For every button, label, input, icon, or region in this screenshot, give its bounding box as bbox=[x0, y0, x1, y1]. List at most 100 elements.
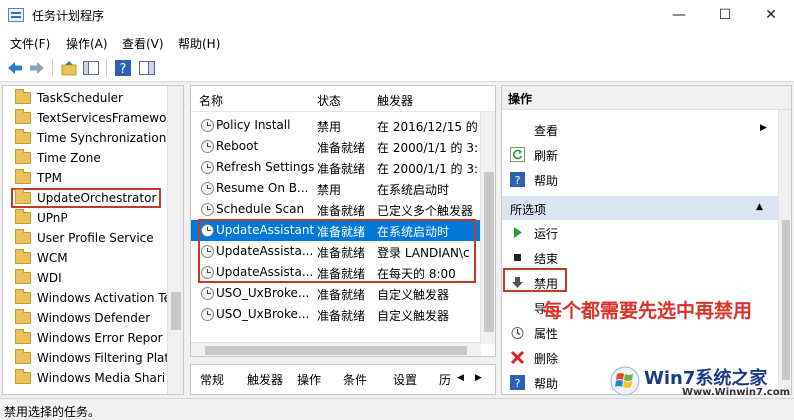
detail-tabs: 常规 触发器 操作 条件 设置 历 ◀ ▶ bbox=[190, 364, 496, 395]
help-icon[interactable]: ? bbox=[114, 59, 132, 77]
list-vertical-scrollbar[interactable] bbox=[480, 112, 495, 344]
tree-item[interactable]: WDI bbox=[15, 268, 62, 288]
tab-triggers[interactable]: 触发器 bbox=[247, 371, 283, 388]
tree-item[interactable]: Windows Defender bbox=[15, 308, 150, 328]
tree-item-label: TextServicesFramewor bbox=[37, 111, 172, 125]
cell-trigger: 在系统启动时 bbox=[377, 183, 450, 197]
cell-status: 准备就绪 bbox=[317, 204, 366, 218]
list-scroll-thumb[interactable] bbox=[484, 172, 494, 332]
folder-icon bbox=[15, 209, 31, 224]
tab-general[interactable]: 常规 bbox=[200, 371, 224, 388]
list-horizontal-scrollbar[interactable] bbox=[191, 342, 481, 356]
show-tree-icon[interactable] bbox=[82, 59, 100, 77]
cell-trigger: 在 2000/1/1 的 3: bbox=[377, 162, 479, 176]
tree-item[interactable]: WCM bbox=[15, 248, 68, 268]
tree-item[interactable]: Windows Media Shari bbox=[15, 368, 165, 388]
tree-item[interactable]: User Profile Service bbox=[15, 228, 154, 248]
task-clock-icon bbox=[201, 308, 214, 321]
collapse-arrow-icon[interactable]: ▲ bbox=[756, 202, 763, 212]
actions-vertical-scrollbar[interactable] bbox=[778, 110, 791, 394]
cell-trigger: 自定义触发器 bbox=[377, 309, 450, 323]
column-trigger[interactable]: 触发器 bbox=[377, 92, 413, 109]
table-row[interactable]: USO_UxBroke... 准备就绪 自定义触发器 bbox=[191, 304, 481, 325]
folder-icon bbox=[15, 369, 31, 384]
properties-icon bbox=[511, 327, 524, 339]
selected-item-section[interactable]: 所选项 ▲ bbox=[502, 196, 778, 220]
action-end[interactable]: 结束 bbox=[502, 245, 778, 270]
show-action-pane-icon[interactable] bbox=[138, 59, 156, 77]
tree-vertical-scrollbar[interactable] bbox=[167, 86, 183, 394]
tab-scroll-left-icon[interactable]: ◀ bbox=[457, 373, 464, 383]
folder-tree: TaskScheduler TextServicesFramewor Time Sy… bbox=[2, 85, 184, 395]
task-clock-icon bbox=[201, 182, 214, 195]
column-name[interactable]: 名称 bbox=[199, 92, 223, 109]
tree-item[interactable]: Windows Error Repor bbox=[15, 328, 163, 348]
close-button[interactable]: ✕ bbox=[748, 0, 794, 30]
table-row[interactable]: Refresh Settings 准备就绪在 2000/1/1 的 3: bbox=[191, 157, 481, 178]
table-row[interactable]: USO_UxBroke... 准备就绪 自定义触发器 bbox=[191, 283, 481, 304]
tab-scroll-right-icon[interactable]: ▶ bbox=[475, 373, 482, 383]
tree-item[interactable]: UPnP bbox=[15, 208, 68, 228]
action-view[interactable]: 查看 ▶ bbox=[502, 117, 778, 142]
tab-settings[interactable]: 设置 bbox=[393, 371, 417, 388]
tab-history[interactable]: 历 bbox=[439, 371, 451, 388]
tab-conditions[interactable]: 条件 bbox=[343, 371, 367, 388]
maximize-button[interactable]: ☐ bbox=[702, 0, 748, 30]
cell-name: Refresh Settings bbox=[216, 160, 315, 174]
highlight-box-update-assistant-rows bbox=[198, 219, 476, 283]
up-folder-icon[interactable] bbox=[60, 59, 78, 77]
folder-icon bbox=[15, 229, 31, 244]
table-row[interactable]: Policy Install 禁用 在 2016/12/15 的 bbox=[191, 115, 481, 136]
tree-item[interactable]: Windows Filtering Plat bbox=[15, 348, 169, 368]
forward-arrow-icon[interactable] bbox=[28, 59, 46, 77]
task-clock-icon bbox=[201, 119, 214, 132]
tree-item[interactable]: UpdateOrchestrator bbox=[11, 188, 162, 208]
cell-name: USO_UxBroke... bbox=[216, 307, 310, 321]
action-refresh-label: 刷新 bbox=[534, 149, 559, 163]
action-properties[interactable]: 属性 bbox=[502, 320, 778, 345]
actions-scroll-thumb[interactable] bbox=[782, 220, 790, 380]
tree-item[interactable]: TaskScheduler bbox=[15, 88, 123, 108]
tree-item[interactable]: Time Synchronization bbox=[15, 128, 166, 148]
menu-file[interactable]: 文件(F) bbox=[10, 35, 50, 52]
svg-text:?: ? bbox=[120, 62, 127, 77]
minimize-button[interactable]: — bbox=[656, 0, 702, 30]
tree-item-label: TPM bbox=[37, 171, 62, 185]
table-row[interactable]: Resume On B... 禁用 在系统启动时 bbox=[191, 178, 481, 199]
tree-item[interactable]: TextServicesFramewor bbox=[15, 108, 171, 128]
tree-item-label: Time Zone bbox=[37, 151, 101, 165]
action-refresh[interactable]: 刷新 bbox=[502, 142, 778, 167]
folder-icon bbox=[15, 129, 31, 144]
cell-name: USO_UxBroke... bbox=[216, 286, 310, 300]
action-run[interactable]: 运行 bbox=[502, 220, 778, 245]
column-status[interactable]: 状态 bbox=[317, 92, 341, 109]
toolbar-separator bbox=[52, 59, 53, 77]
tree-item[interactable]: Windows Activation Te bbox=[15, 288, 171, 308]
menu-view[interactable]: 查看(V) bbox=[122, 35, 164, 52]
task-clock-icon bbox=[201, 140, 214, 153]
cell-status: 准备就绪 bbox=[317, 288, 366, 302]
tree-item-label: Windows Filtering Plat bbox=[37, 351, 170, 365]
table-row[interactable]: Schedule Scan 准备就绪 已定义多个触发器 bbox=[191, 199, 481, 220]
window-title: 任务计划程序 bbox=[32, 9, 105, 23]
cell-name: Resume On B... bbox=[216, 181, 309, 195]
menu-help[interactable]: 帮助(H) bbox=[178, 35, 220, 52]
tree-scroll-thumb[interactable] bbox=[171, 292, 181, 330]
run-icon bbox=[514, 227, 522, 238]
watermark: Win7系统之家 Www.Winwin7.com bbox=[610, 362, 794, 402]
list-hscroll-thumb[interactable] bbox=[205, 346, 467, 355]
back-arrow-icon[interactable] bbox=[6, 59, 24, 77]
table-row[interactable]: Reboot 准备就绪在 2000/1/1 的 3: bbox=[191, 136, 481, 157]
cell-name: Reboot bbox=[216, 139, 259, 153]
folder-icon bbox=[15, 169, 31, 184]
action-delete-label: 删除 bbox=[534, 352, 559, 366]
menu-action[interactable]: 操作(A) bbox=[66, 35, 108, 52]
tree-item[interactable]: Time Zone bbox=[15, 148, 101, 168]
action-help-top[interactable]: ? 帮助 bbox=[502, 167, 778, 192]
tree-item-label: User Profile Service bbox=[37, 231, 154, 245]
tree-item[interactable]: TPM bbox=[15, 168, 62, 188]
tab-actions[interactable]: 操作 bbox=[297, 371, 321, 388]
folder-icon bbox=[15, 189, 31, 204]
selected-item-section-label: 所选项 bbox=[510, 203, 547, 217]
action-help-label: 帮助 bbox=[534, 377, 559, 391]
